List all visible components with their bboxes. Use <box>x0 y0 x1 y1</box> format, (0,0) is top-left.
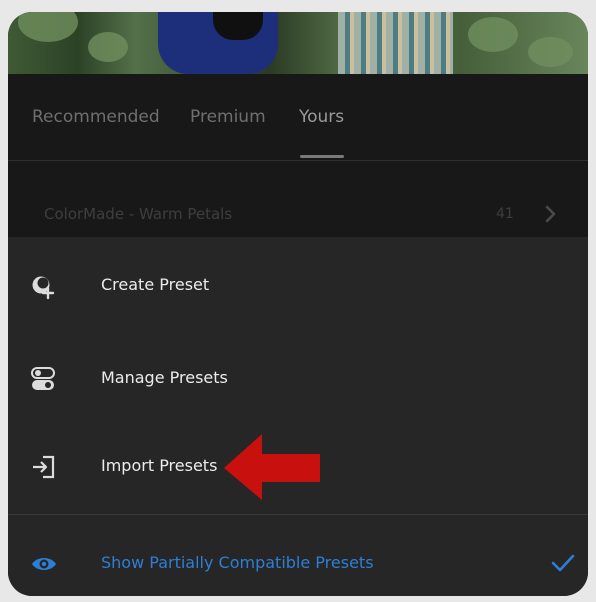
show-compatible-label: Show Partially Compatible Presets <box>101 553 374 572</box>
tab-recommended[interactable]: Recommended <box>32 107 160 127</box>
preset-options-sheet: Create Preset Manage Presets Import Pres… <box>8 237 588 596</box>
chevron-right-icon <box>545 205 556 223</box>
active-tab-indicator <box>300 155 344 158</box>
preset-group-row[interactable]: ColorMade - Warm Petals 41 <box>8 194 588 234</box>
eye-icon <box>32 558 56 570</box>
import-presets-label: Import Presets <box>101 456 218 475</box>
create-preset-icon <box>32 276 55 300</box>
red-arrow-icon <box>224 434 320 500</box>
show-compatible-toggle[interactable]: Show Partially Compatible Presets <box>8 517 588 596</box>
divider <box>8 514 588 515</box>
toggle-switches-icon <box>31 367 55 390</box>
preset-group-count: 41 <box>496 206 514 222</box>
app-window: Recommended Premium Yours ColorMade - Wa… <box>8 12 588 596</box>
preset-group-name: ColorMade - Warm Petals <box>44 205 233 223</box>
preset-tabs: Recommended Premium Yours <box>8 74 588 161</box>
photo-preview <box>8 12 588 74</box>
create-preset-label: Create Preset <box>101 275 210 294</box>
checkmark-icon <box>551 554 575 572</box>
presets-panel: Recommended Premium Yours ColorMade - Wa… <box>8 74 588 237</box>
photo-figure-striped-shirt <box>338 12 453 74</box>
manage-presets-menu-item[interactable]: Manage Presets <box>8 332 588 422</box>
tab-premium[interactable]: Premium <box>190 107 266 127</box>
import-icon <box>33 455 55 479</box>
tab-yours[interactable]: Yours <box>299 107 344 127</box>
manage-presets-label: Manage Presets <box>101 368 228 387</box>
create-preset-menu-item[interactable]: Create Preset <box>8 239 588 329</box>
